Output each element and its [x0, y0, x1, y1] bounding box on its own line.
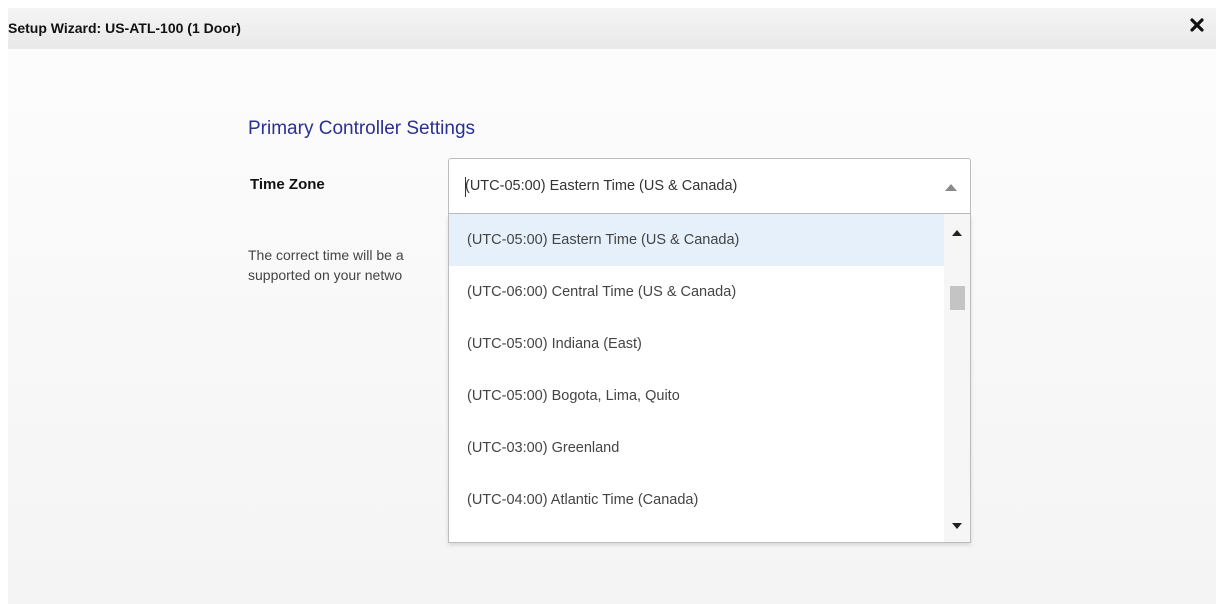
- scrollbar-thumb[interactable]: [950, 286, 965, 310]
- dialog-title: Setup Wizard: US-ATL-100 (1 Door): [8, 20, 241, 36]
- time-zone-dropdown-list[interactable]: (UTC-05:00) Eastern Time (US & Canada) (…: [448, 214, 971, 543]
- close-icon[interactable]: [1190, 18, 1204, 32]
- setup-wizard-dialog: Setup Wizard: US-ATL-100 (1 Door) Primar…: [8, 8, 1216, 604]
- time-zone-option[interactable]: (UTC-05:00) Eastern Time (US & Canada): [449, 214, 945, 266]
- scroll-down-arrow-icon[interactable]: [952, 523, 962, 529]
- time-zone-selected-value: (UTC-05:00) Eastern Time (US & Canada): [465, 178, 738, 194]
- time-zone-option[interactable]: (UTC-03:00) Greenland: [449, 422, 945, 474]
- time-zone-option[interactable]: (UTC-05:00) Bogota, Lima, Quito: [449, 370, 945, 422]
- chevron-up-icon[interactable]: [944, 183, 958, 191]
- time-zone-option[interactable]: (UTC-04:00) Atlantic Time (Canada): [449, 474, 945, 526]
- time-zone-label: Time Zone: [250, 176, 325, 193]
- time-zone-option[interactable]: (UTC-05:00) Indiana (East): [449, 318, 945, 370]
- time-zone-select[interactable]: (UTC-05:00) Eastern Time (US & Canada): [448, 158, 971, 214]
- dialog-title-bar: Setup Wizard: US-ATL-100 (1 Door): [8, 8, 1216, 49]
- dropdown-scrollbar[interactable]: [944, 214, 970, 542]
- scroll-up-arrow-icon[interactable]: [952, 230, 962, 236]
- time-zone-option[interactable]: (UTC-06:00) Central Time (US & Canada): [449, 266, 945, 318]
- section-heading: Primary Controller Settings: [248, 118, 476, 139]
